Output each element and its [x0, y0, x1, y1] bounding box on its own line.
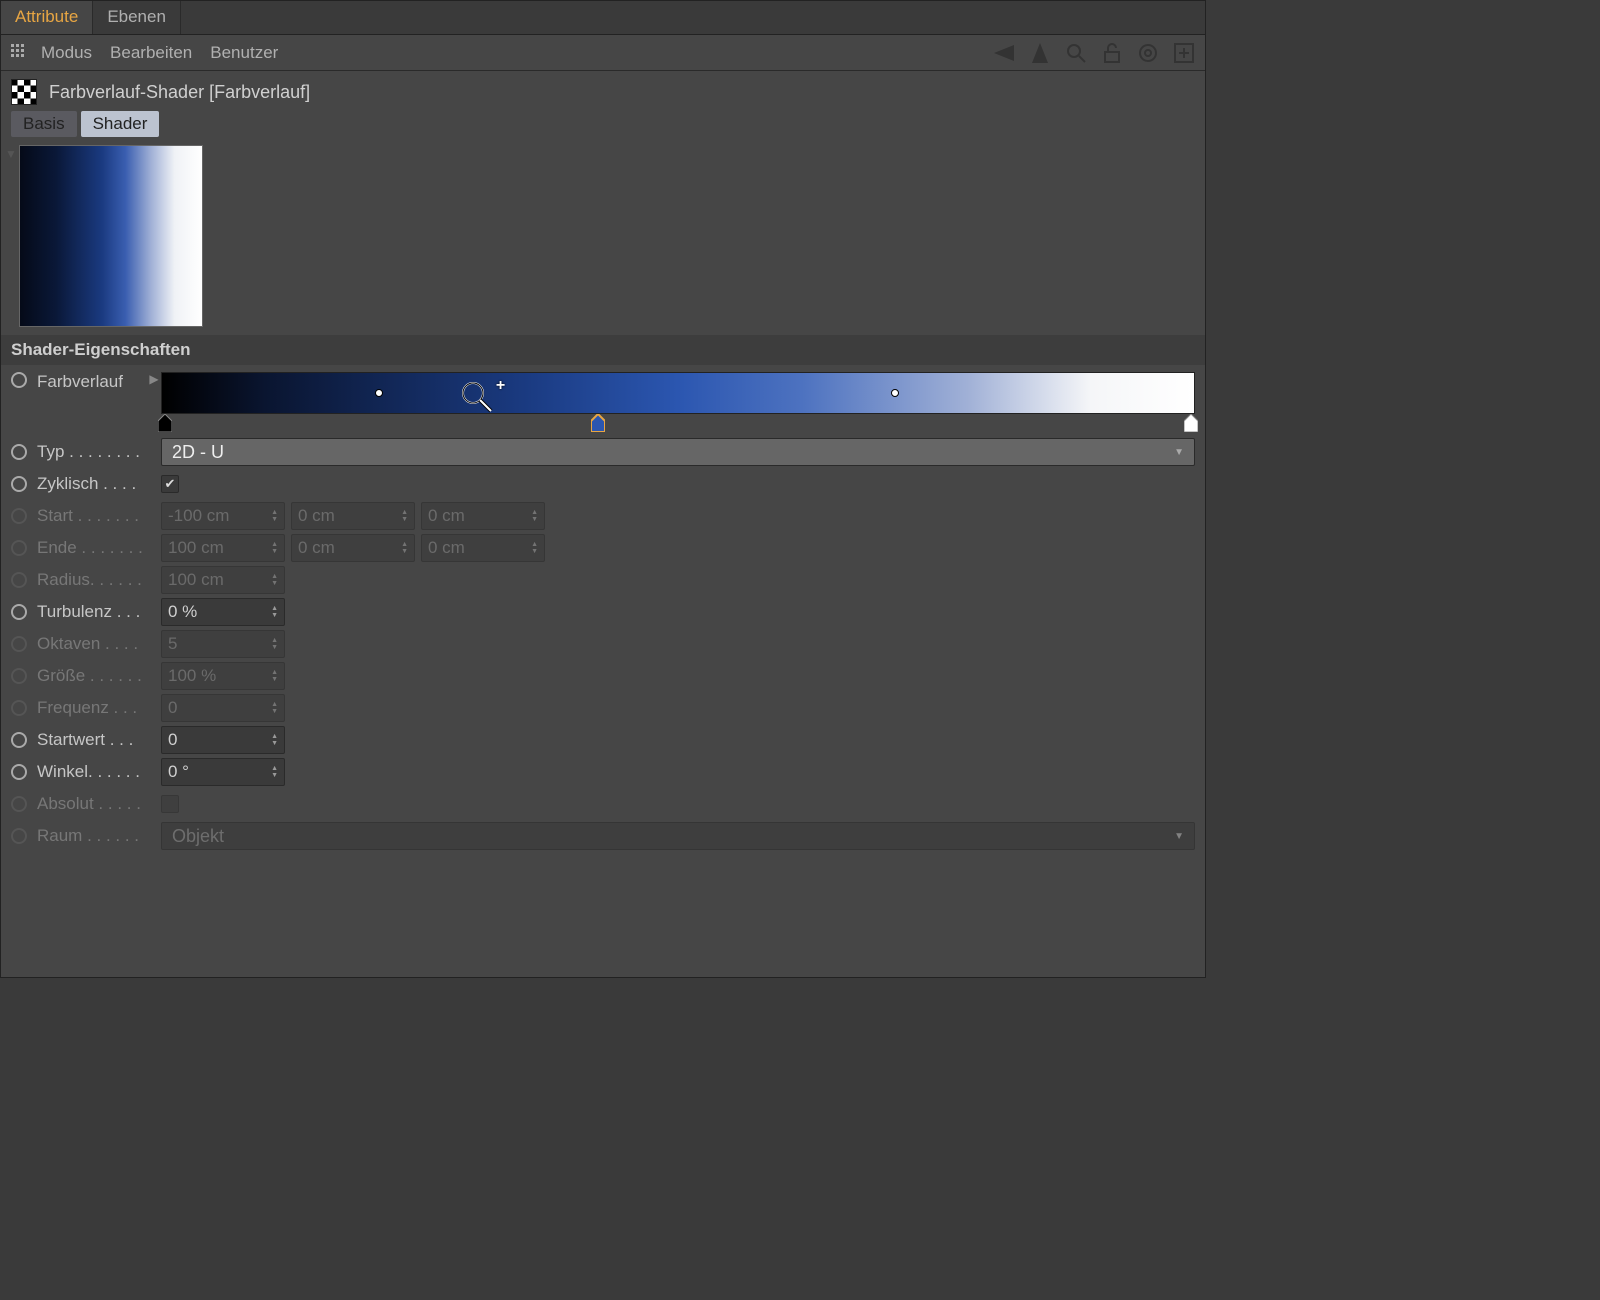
- row-turbulence: Turbulenz . . . 0 %▲▼: [11, 596, 1195, 628]
- param-anim-toggle: [11, 700, 27, 716]
- shader-title: Farbverlauf-Shader [Farbverlauf]: [49, 82, 310, 103]
- label-seed: Startwert . . .: [37, 730, 147, 750]
- sub-tabs: Basis Shader: [1, 111, 1205, 143]
- plus-icon: +: [496, 377, 505, 395]
- start-x-field: -100 cm▲▼: [161, 502, 285, 530]
- expand-icon[interactable]: ▶: [147, 372, 161, 386]
- menu-user[interactable]: Benutzer: [210, 43, 278, 63]
- param-anim-toggle[interactable]: [11, 604, 27, 620]
- tab-basis[interactable]: Basis: [11, 111, 77, 137]
- type-value: 2D - U: [172, 442, 224, 463]
- disclosure-triangle-icon[interactable]: ▼: [5, 145, 19, 327]
- row-octaves: Oktaven . . . . 5▲▼: [11, 628, 1195, 660]
- param-anim-toggle: [11, 540, 27, 556]
- toolbar: Modus Bearbeiten Benutzer: [1, 35, 1205, 71]
- target-icon[interactable]: [1135, 40, 1161, 66]
- param-anim-toggle: [11, 828, 27, 844]
- chevron-down-icon: ▼: [1174, 447, 1184, 458]
- shader-title-row: Farbverlauf-Shader [Farbverlauf]: [1, 71, 1205, 111]
- new-tab-icon[interactable]: [1171, 40, 1197, 66]
- label-gradient: Farbverlauf: [37, 372, 147, 392]
- space-value: Objekt: [172, 826, 224, 847]
- row-gradient: Farbverlauf ▶ +: [11, 369, 1195, 436]
- label-frequency: Frequenz . . .: [37, 698, 147, 718]
- start-z-field: 0 cm▲▼: [421, 502, 545, 530]
- param-anim-toggle: [11, 668, 27, 684]
- row-frequency: Frequenz . . . 0▲▼: [11, 692, 1195, 724]
- space-select: Objekt ▼: [161, 822, 1195, 850]
- label-space: Raum . . . . . .: [37, 826, 147, 846]
- row-start: Start . . . . . . . -100 cm▲▼ 0 cm▲▼ 0 c…: [11, 500, 1195, 532]
- param-anim-toggle[interactable]: [11, 764, 27, 780]
- gradient-knots: [161, 414, 1195, 436]
- gradient-bar[interactable]: +: [161, 372, 1195, 414]
- menu-edit[interactable]: Bearbeiten: [110, 43, 192, 63]
- param-anim-toggle: [11, 636, 27, 652]
- size-field: 100 %▲▼: [161, 662, 285, 690]
- param-anim-toggle: [11, 508, 27, 524]
- param-anim-toggle[interactable]: [11, 372, 27, 388]
- menu-mode[interactable]: Modus: [41, 43, 92, 63]
- grid-icon[interactable]: [9, 42, 31, 64]
- gradient-knot[interactable]: [158, 414, 172, 432]
- checker-icon: [11, 79, 37, 105]
- seed-field[interactable]: 0▲▼: [161, 726, 285, 754]
- label-octaves: Oktaven . . . .: [37, 634, 147, 654]
- label-radius: Radius. . . . . .: [37, 570, 147, 590]
- row-space: Raum . . . . . . Objekt ▼: [11, 820, 1195, 852]
- nav-up-icon[interactable]: [1027, 40, 1053, 66]
- param-anim-toggle: [11, 796, 27, 812]
- row-type: Typ . . . . . . . . 2D - U ▼: [11, 436, 1195, 468]
- nav-back-icon[interactable]: [991, 40, 1017, 66]
- frequency-field: 0▲▼: [161, 694, 285, 722]
- gradient-knot-selected[interactable]: [591, 414, 605, 432]
- section-header: Shader-Eigenschaften: [1, 335, 1205, 365]
- angle-field[interactable]: 0 °▲▼: [161, 758, 285, 786]
- row-cyclic: Zyklisch . . . . ✔: [11, 468, 1195, 500]
- search-icon[interactable]: [1063, 40, 1089, 66]
- cyclic-checkbox[interactable]: ✔: [161, 475, 179, 493]
- octaves-field: 5▲▼: [161, 630, 285, 658]
- tab-shader[interactable]: Shader: [81, 111, 160, 137]
- end-z-field: 0 cm▲▼: [421, 534, 545, 562]
- label-start: Start . . . . . . .: [37, 506, 147, 526]
- lock-icon[interactable]: [1099, 40, 1125, 66]
- end-y-field: 0 cm▲▼: [291, 534, 415, 562]
- start-y-field: 0 cm▲▼: [291, 502, 415, 530]
- turbulence-field[interactable]: 0 %▲▼: [161, 598, 285, 626]
- label-turbulence: Turbulenz . . .: [37, 602, 147, 622]
- panel-tabs: Attribute Ebenen: [1, 1, 1205, 35]
- row-angle: Winkel. . . . . . 0 °▲▼: [11, 756, 1195, 788]
- tab-attribute[interactable]: Attribute: [1, 1, 93, 34]
- type-select[interactable]: 2D - U ▼: [161, 438, 1195, 466]
- label-end: Ende . . . . . . .: [37, 538, 147, 558]
- row-end: Ende . . . . . . . 100 cm▲▼ 0 cm▲▼ 0 cm▲…: [11, 532, 1195, 564]
- row-radius: Radius. . . . . . 100 cm▲▼: [11, 564, 1195, 596]
- row-size: Größe . . . . . . 100 %▲▼: [11, 660, 1195, 692]
- gradient-interp-dot[interactable]: [891, 389, 899, 397]
- gradient-preview[interactable]: [19, 145, 203, 327]
- tab-layers[interactable]: Ebenen: [93, 1, 181, 34]
- chevron-down-icon: ▼: [1174, 831, 1184, 842]
- label-absolute: Absolut . . . . .: [37, 794, 147, 814]
- gradient-knot[interactable]: [1184, 414, 1198, 432]
- param-anim-toggle: [11, 572, 27, 588]
- end-x-field: 100 cm▲▼: [161, 534, 285, 562]
- label-angle: Winkel. . . . . .: [37, 762, 147, 782]
- label-type: Typ . . . . . . . .: [37, 442, 147, 462]
- radius-field: 100 cm▲▼: [161, 566, 285, 594]
- param-anim-toggle[interactable]: [11, 444, 27, 460]
- param-anim-toggle[interactable]: [11, 732, 27, 748]
- label-cyclic: Zyklisch . . . .: [37, 474, 147, 494]
- label-size: Größe . . . . . .: [37, 666, 147, 686]
- row-seed: Startwert . . . 0▲▼: [11, 724, 1195, 756]
- param-anim-toggle[interactable]: [11, 476, 27, 492]
- row-absolute: Absolut . . . . .: [11, 788, 1195, 820]
- gradient-interp-dot[interactable]: [375, 389, 383, 397]
- absolute-checkbox: [161, 795, 179, 813]
